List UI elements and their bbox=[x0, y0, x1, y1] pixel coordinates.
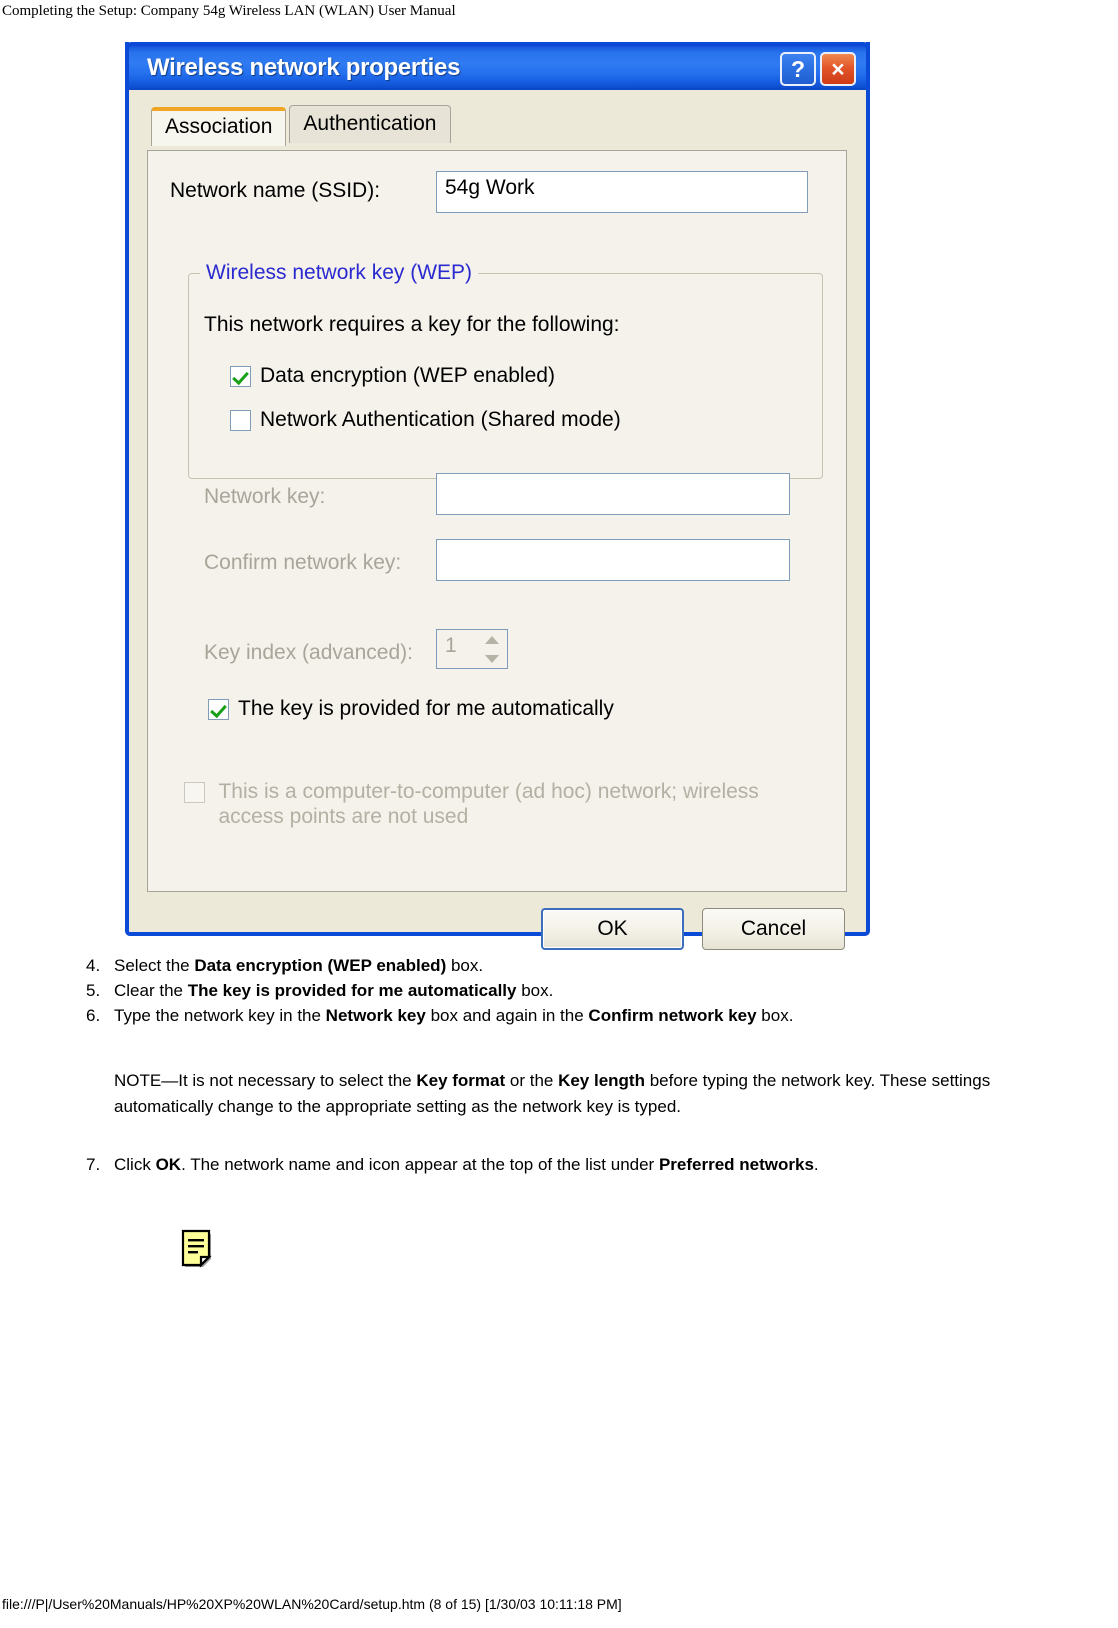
ssid-input-value: 54g Work bbox=[445, 176, 535, 199]
dialog-titlebar: Wireless network properties ? × bbox=[125, 42, 870, 90]
cancel-button[interactable]: Cancel bbox=[702, 908, 845, 950]
tab-association[interactable]: Association bbox=[151, 107, 287, 146]
note-paragraph: NOTE—It is not necessary to select the K… bbox=[114, 1071, 991, 1116]
wep-intro-text: This network requires a key for the foll… bbox=[204, 313, 620, 336]
ssid-label: Network name (SSID): bbox=[170, 179, 381, 202]
checkbox-key-provided-automatically-label: The key is provided for me automatically bbox=[238, 697, 614, 720]
page-header-title: Completing the Setup: Company 54g Wirele… bbox=[2, 3, 456, 19]
step-number: 5. bbox=[86, 981, 101, 1000]
checkbox-data-encryption-label: Data encryption (WEP enabled) bbox=[260, 364, 555, 387]
instruction-step: 4. Select the Data encryption (WEP enabl… bbox=[86, 953, 1086, 978]
checkbox-ad-hoc-network-label-line2: access points are not used bbox=[218, 805, 469, 828]
checkbox-ad-hoc-network[interactable]: This is a computer-to-computer (ad hoc) … bbox=[184, 779, 759, 829]
step-text: Type the network key in the Network key … bbox=[114, 1006, 794, 1025]
wep-group-legend: Wireless network key (WEP) bbox=[200, 261, 479, 285]
confirm-network-key-label: Confirm network key: bbox=[204, 551, 402, 574]
instruction-step: 5. Clear the The key is provided for me … bbox=[86, 978, 1086, 1003]
checkbox-network-authentication[interactable]: Network Authentication (Shared mode) bbox=[230, 407, 621, 432]
titlebar-button-group: ? × bbox=[780, 52, 856, 86]
checkbox-ad-hoc-network-label-line1: This is a computer-to-computer (ad hoc) … bbox=[218, 780, 759, 803]
network-key-label: Network key: bbox=[204, 485, 326, 508]
help-icon[interactable]: ? bbox=[780, 52, 816, 86]
association-tab-panel: Network name (SSID): 54g Work Wireless n… bbox=[147, 150, 847, 892]
checkbox-data-encryption[interactable]: Data encryption (WEP enabled) bbox=[230, 363, 555, 388]
confirm-network-key-input[interactable] bbox=[436, 539, 790, 581]
ok-button[interactable]: OK bbox=[541, 908, 684, 950]
checkbox-key-provided-automatically-box[interactable] bbox=[208, 699, 229, 720]
ssid-input[interactable]: 54g Work bbox=[436, 171, 808, 213]
chevron-up-icon[interactable] bbox=[485, 635, 499, 644]
step-number: 7. bbox=[86, 1155, 101, 1174]
key-index-value: 1 bbox=[445, 634, 457, 657]
close-icon[interactable]: × bbox=[820, 52, 856, 86]
checkbox-network-authentication-box[interactable] bbox=[230, 410, 251, 431]
checkbox-ad-hoc-network-labels: This is a computer-to-computer (ad hoc) … bbox=[218, 779, 758, 829]
chevron-down-icon[interactable] bbox=[485, 654, 499, 663]
dialog-title: Wireless network properties bbox=[147, 54, 461, 81]
page-footer-path: file:///P|/User%20Manuals/HP%20XP%20WLAN… bbox=[2, 1596, 622, 1612]
wireless-network-properties-dialog: Wireless network properties ? × Associat… bbox=[125, 42, 870, 950]
step-text: Select the Data encryption (WEP enabled)… bbox=[114, 956, 484, 975]
note-document-icon bbox=[180, 1228, 218, 1272]
step-number: 4. bbox=[86, 956, 101, 975]
instruction-step: 7. Click OK. The network name and icon a… bbox=[86, 1152, 1086, 1177]
tab-strip: Association Authentication bbox=[151, 105, 451, 146]
key-index-arrows[interactable] bbox=[480, 630, 507, 668]
key-index-label: Key index (advanced): bbox=[204, 641, 413, 664]
checkbox-ad-hoc-network-box[interactable] bbox=[184, 782, 205, 803]
checkbox-data-encryption-box[interactable] bbox=[230, 366, 251, 387]
checkbox-network-authentication-label: Network Authentication (Shared mode) bbox=[260, 408, 621, 431]
key-index-stepper[interactable]: 1 bbox=[436, 629, 508, 669]
tab-authentication[interactable]: Authentication bbox=[289, 105, 451, 143]
step-text: Click OK. The network name and icon appe… bbox=[114, 1155, 819, 1174]
instruction-step-list: 4. Select the Data encryption (WEP enabl… bbox=[86, 953, 1086, 1028]
instruction-step: 6. Type the network key in the Network k… bbox=[86, 1003, 1086, 1028]
step-text: Clear the The key is provided for me aut… bbox=[114, 981, 554, 1000]
network-key-input[interactable] bbox=[436, 473, 790, 515]
step-number: 6. bbox=[86, 1006, 101, 1025]
checkbox-key-provided-automatically[interactable]: The key is provided for me automatically bbox=[208, 696, 614, 721]
